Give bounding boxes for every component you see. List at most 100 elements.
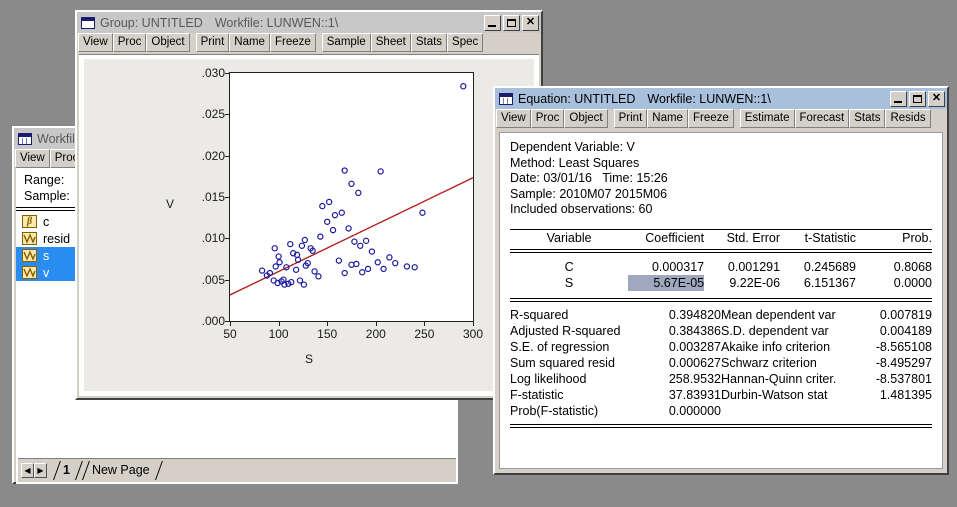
scatter-point [404,264,409,269]
cell-std-error[interactable]: 9.22E-06 [704,275,780,291]
series-icon [22,232,37,245]
minimize-icon[interactable] [484,14,501,31]
col-header-t-statistic: t-Statistic [804,230,857,245]
scatter-point [325,219,330,224]
stat-label: Hannan-Quinn criter. [720,371,837,386]
group-freeze-button[interactable]: Freeze [269,33,316,52]
workfile-page-tabbar[interactable]: ◀ ▶ 1 New Page [18,458,456,482]
cell-t-statistic[interactable]: 6.151367 [780,275,856,291]
y-axis-tick-label: .030 [201,66,225,80]
close-icon[interactable]: ✕ [522,14,539,31]
equation-name-button[interactable]: Name [647,109,688,128]
coef-icon: β [22,215,37,228]
stat-label: Schwarz criterion [720,355,817,370]
stat-value: 37.83931 [668,387,721,402]
y-axis-tick-mark [225,197,230,198]
scatter-point [378,169,383,174]
page-tab-1[interactable]: 1 [53,461,76,480]
maximize-icon[interactable] [503,14,520,31]
x-axis-tick-mark [230,321,231,326]
equation-resids-button[interactable]: Resids [885,109,931,128]
scatter-point [330,227,335,232]
group-object-button[interactable]: Object [146,33,190,52]
equation-stats-button[interactable]: Stats [849,109,886,128]
group-sample-button[interactable]: Sample [321,33,371,52]
equation-window[interactable]: Equation: UNTITLED Workfile: LUNWEN::1\ ✕… [493,86,949,475]
group-name-button[interactable]: Name [229,33,270,52]
y-axis-tick-label: .025 [201,107,225,122]
stat-label: R-squared [510,307,569,322]
cell-coefficient-selected[interactable]: 5.67E-05 [628,274,705,291]
group-title-prefix: Group: UNTITLED [100,15,203,30]
equation-window-buttons[interactable]: ✕ [890,90,945,107]
cell-prob[interactable]: 0.0000 [856,275,932,291]
stat-value: 258.9532 [668,371,721,386]
group-toolbar[interactable]: View Proc Object Print Name Freeze Sampl… [77,33,541,52]
sample-line: Sample: 2010M07 2015M06 [510,186,668,201]
equation-estimate-button[interactable]: Estimate [739,109,795,128]
x-axis-tick-label: 300 [462,327,484,341]
minimize-icon[interactable] [890,90,907,107]
scatter-graph[interactable]: V S .000 .005 .010 .015 .020 .025 .030 50 100 150… [84,59,534,391]
group-window[interactable]: Group: UNTITLED Workfile: LUNWEN::1\ ✕ Vi… [75,10,543,400]
cell-coefficient[interactable]: 0.000317 [628,259,704,275]
scatter-point [277,260,282,265]
stat-value: 0.004189 [879,323,932,338]
page-prev-button[interactable]: ◀ [21,463,34,478]
group-titlebar[interactable]: Group: UNTITLED Workfile: LUNWEN::1\ ✕ [77,12,541,33]
stat-label: F-statistic [510,387,564,402]
coefficient-rows[interactable]: C 0.000317 0.001291 0.245689 0.8068 S 5.… [510,259,932,291]
equation-output[interactable]: Dependent Variable: V Method: Least Squa… [499,132,943,469]
scatter-point [327,199,332,204]
page-spinner[interactable]: ◀ ▶ [21,463,47,478]
page-tab-new-page[interactable]: New Page [82,461,156,480]
equation-forecast-button[interactable]: Forecast [794,109,850,128]
equation-view-button[interactable]: View [496,109,531,128]
scatter-point [301,282,306,287]
col-header-prob: Prob. [902,230,932,245]
dependent-variable-line: Dependent Variable: V [510,140,635,154]
stat-value: 0.394820 [668,307,721,322]
scatter-point [461,84,466,89]
stat-label: Prob(F-statistic) [510,403,599,418]
scatter-point [276,254,281,259]
col-header-variable: Variable [546,230,592,245]
equation-title-prefix: Equation: UNTITLED [518,91,636,106]
cell-t-statistic[interactable]: 0.245689 [780,259,856,275]
x-axis-tick-label: 100 [268,327,289,341]
equation-freeze-button[interactable]: Freeze [687,109,734,128]
scatter-point [358,243,363,248]
workfile-object-label: v [43,265,50,280]
cell-prob[interactable]: 0.8068 [856,259,932,275]
group-body: V S .000 .005 .010 .015 .020 .025 .030 50 100 150… [79,54,539,396]
group-proc-button[interactable]: Proc [112,33,147,52]
group-stats-button[interactable]: Stats [410,33,448,52]
equation-print-button[interactable]: Print [613,109,648,128]
group-spec-button[interactable]: Spec [447,33,484,52]
equation-titlebar[interactable]: Equation: UNTITLED Workfile: LUNWEN::1\ ✕ [495,88,947,109]
equation-object-button[interactable]: Object [564,109,608,128]
col-header-coefficient: Coefficient [645,230,705,245]
maximize-icon[interactable] [909,90,926,107]
y-axis-tick-label: .005 [201,272,225,287]
y-axis-title: V [166,197,175,211]
workfile-object-label: c [43,214,50,229]
scatter-point [299,243,304,248]
table-row[interactable]: S 5.67E-05 9.22E-06 6.151367 0.0000 [510,274,932,291]
table-row[interactable]: C 0.000317 0.001291 0.245689 0.8068 [510,259,932,275]
group-sheet-button[interactable]: Sheet [370,33,411,52]
group-print-button[interactable]: Print [195,33,230,52]
date-time-line: Date: 03/01/16 Time: 15:26 [510,171,668,185]
equation-proc-button[interactable]: Proc [530,109,565,128]
scatter-point [288,242,293,247]
group-view-button[interactable]: View [78,33,113,52]
x-axis-tick-label: 150 [317,327,338,341]
page-next-button[interactable]: ▶ [34,463,47,478]
equation-toolbar[interactable]: View Proc Object Print Name Freeze Estim… [495,109,947,128]
cell-variable: S [564,275,574,290]
close-icon[interactable]: ✕ [928,90,945,107]
cell-std-error[interactable]: 0.001291 [704,259,780,275]
workfile-view-button[interactable]: View [15,149,50,168]
group-window-buttons[interactable]: ✕ [484,14,539,31]
scatter-point [332,213,337,218]
